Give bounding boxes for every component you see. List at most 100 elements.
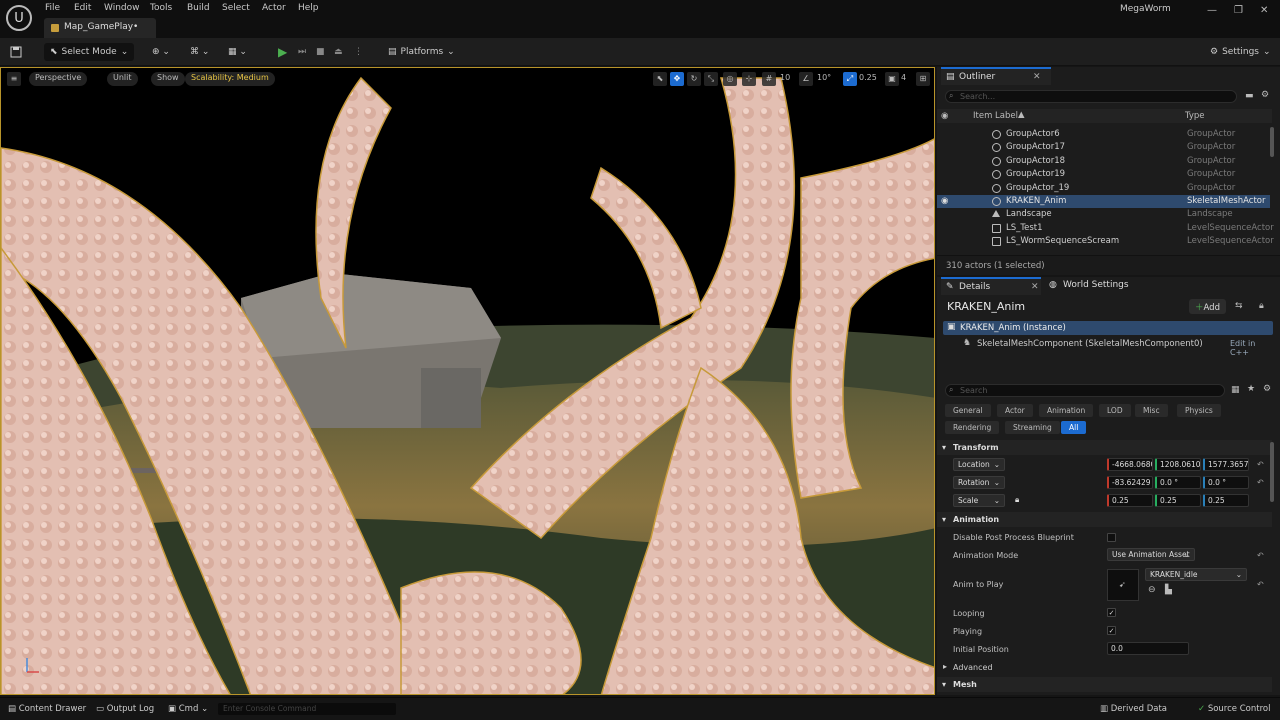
disable-pp-checkbox[interactable]: [1107, 533, 1116, 542]
menu-window[interactable]: Window: [104, 3, 140, 13]
menu-tools[interactable]: Tools: [150, 3, 172, 13]
rotation-snap-icon[interactable]: ∠: [799, 72, 813, 86]
more-options-icon[interactable]: ⋮: [354, 43, 363, 61]
add-component-button[interactable]: ＋Add: [1189, 299, 1226, 314]
close-icon[interactable]: ✕: [1033, 72, 1041, 82]
grid-snap-icon[interactable]: #: [762, 72, 776, 86]
console-command-input[interactable]: Enter Console Command: [218, 703, 396, 715]
rotation-y-field[interactable]: 0.0 °: [1155, 476, 1201, 489]
blueprint-convert-icon[interactable]: ⇆: [1235, 301, 1243, 311]
details-tab[interactable]: ✎ Details ✕: [941, 277, 1041, 295]
transform-section[interactable]: ▾ Transform: [937, 440, 1272, 455]
grid-snap-value[interactable]: 10: [780, 73, 790, 82]
output-log-button[interactable]: ▭ Output Log: [96, 704, 154, 714]
menu-build[interactable]: Build: [187, 3, 210, 13]
location-z-field[interactable]: 1577.3657: [1203, 458, 1249, 471]
outliner-row[interactable]: GroupActor_19 GroupActor: [937, 182, 1270, 195]
scale-snap-icon[interactable]: ⤢: [843, 72, 857, 86]
view-mode-button[interactable]: Unlit: [107, 72, 138, 86]
blueprint-icon[interactable]: ⌘ ⌄: [190, 43, 209, 61]
playing-checkbox[interactable]: ✓: [1107, 626, 1116, 635]
category-animation[interactable]: Animation: [1039, 404, 1094, 417]
looping-checkbox[interactable]: ✓: [1107, 608, 1116, 617]
animation-mode-dropdown[interactable]: Use Animation Asset ⌄: [1107, 548, 1195, 561]
category-physics[interactable]: Physics: [1177, 404, 1221, 417]
outliner-search-input[interactable]: ⌕ Search...: [945, 90, 1237, 103]
rotation-z-field[interactable]: 0.0 °: [1203, 476, 1249, 489]
category-actor[interactable]: Actor: [997, 404, 1033, 417]
scalability-warning[interactable]: Scalability: Medium: [185, 72, 275, 86]
location-x-field[interactable]: -4668.068C: [1107, 458, 1153, 471]
close-icon[interactable]: ✕: [1031, 282, 1039, 292]
advanced-row[interactable]: ▸ Advanced: [937, 659, 1272, 674]
outliner-row[interactable]: LS_Test1 LevelSequenceActor: [937, 222, 1274, 235]
source-control-button[interactable]: ✓ Source Control: [1198, 704, 1270, 714]
category-streaming[interactable]: Streaming: [1005, 421, 1060, 434]
menu-select[interactable]: Select: [222, 3, 250, 13]
maximize-viewport-icon[interactable]: ⊞: [916, 72, 930, 86]
location-y-field[interactable]: 1208.06101: [1155, 458, 1201, 471]
category-rendering[interactable]: Rendering: [945, 421, 1000, 434]
settings-gear-icon[interactable]: ⚙: [1261, 90, 1269, 100]
document-tab[interactable]: Map_GamePlay•: [44, 18, 156, 38]
add-actor-icon[interactable]: ⊕ ⌄: [152, 43, 170, 61]
minimize-icon[interactable]: —: [1207, 5, 1217, 16]
column-item-label[interactable]: Item Label: [973, 111, 1018, 121]
outliner-row[interactable]: Landscape Landscape: [937, 208, 1270, 221]
cmd-dropdown[interactable]: ▣ Cmd ⌄: [168, 704, 208, 714]
component-row[interactable]: ♞ SkeletalMeshComponent (SkeletalMeshCom…: [943, 337, 1273, 357]
outliner-row[interactable]: GroupActor19 GroupActor: [937, 168, 1270, 181]
table-view-icon[interactable]: ▦: [1231, 385, 1240, 395]
outliner-tab[interactable]: ▤ Outliner ✕: [941, 67, 1051, 85]
visibility-eye-icon[interactable]: ◉: [941, 196, 948, 206]
select-mode-dropdown[interactable]: ⬉ Select Mode ⌄: [44, 43, 135, 61]
column-type[interactable]: Type: [1185, 111, 1205, 121]
outliner-row[interactable]: LS_WormSequenceScream LevelSequenceActor: [937, 235, 1274, 248]
menu-actor[interactable]: Actor: [262, 3, 286, 13]
edit-in-cpp-link[interactable]: Edit in C++: [1230, 339, 1273, 357]
mesh-section[interactable]: ▾ Mesh: [937, 677, 1272, 692]
close-window-icon[interactable]: ✕: [1260, 5, 1268, 16]
eject-icon[interactable]: ⏏: [334, 43, 343, 61]
content-drawer-button[interactable]: ▤ Content Drawer: [8, 704, 86, 714]
animation-section[interactable]: ▾ Animation: [937, 512, 1272, 527]
lock-icon[interactable]: 🔒︎: [1259, 301, 1264, 311]
use-selected-icon[interactable]: ⊖: [1148, 585, 1156, 595]
category-misc[interactable]: Misc: [1135, 404, 1168, 417]
scale-z-field[interactable]: 0.25: [1203, 494, 1249, 507]
star-icon[interactable]: ★: [1247, 384, 1255, 394]
cinematics-icon[interactable]: ▦ ⌄: [228, 43, 247, 61]
perspective-button[interactable]: Perspective: [29, 72, 88, 86]
rotation-x-field[interactable]: -83.62429: [1107, 476, 1153, 489]
anim-asset-dropdown[interactable]: KRAKEN_idle ⌄: [1145, 568, 1247, 581]
reset-arrow-icon[interactable]: ↶: [1257, 478, 1264, 487]
show-button[interactable]: Show: [151, 72, 185, 86]
surface-snap-icon[interactable]: ⊹: [742, 72, 756, 86]
scale-x-field[interactable]: 0.25: [1107, 494, 1153, 507]
menu-file[interactable]: File: [45, 3, 60, 13]
unreal-logo-icon[interactable]: U: [6, 5, 32, 31]
initial-position-field[interactable]: 0.0: [1107, 642, 1189, 655]
scale-dropdown[interactable]: Scale ⌄: [953, 494, 1005, 507]
step-icon[interactable]: ⏭: [298, 43, 306, 61]
hamburger-menu-icon[interactable]: ≡: [7, 72, 21, 86]
details-search-input[interactable]: ⌕ Search: [945, 384, 1225, 397]
browse-icon[interactable]: ▙: [1165, 585, 1172, 595]
platforms-dropdown[interactable]: ▤ Platforms ⌄: [388, 43, 455, 61]
reset-arrow-icon[interactable]: ↶: [1257, 551, 1264, 560]
world-space-icon[interactable]: ◎: [723, 72, 737, 86]
location-dropdown[interactable]: Location ⌄: [953, 458, 1005, 471]
anim-thumbnail[interactable]: ➹: [1107, 569, 1139, 601]
outliner-scrollbar[interactable]: [1270, 127, 1274, 157]
play-icon[interactable]: ▶: [278, 43, 287, 61]
outliner-row-selected[interactable]: ◉ KRAKEN_Anim SkeletalMeshActor: [937, 195, 1270, 209]
derived-data-button[interactable]: ▥ Derived Data: [1100, 704, 1167, 714]
settings-gear-icon[interactable]: ⚙: [1263, 384, 1271, 394]
stop-icon[interactable]: ■: [316, 43, 325, 61]
menu-edit[interactable]: Edit: [74, 3, 91, 13]
rotation-dropdown[interactable]: Rotation ⌄: [953, 476, 1005, 489]
outliner-row[interactable]: GroupActor6 GroupActor: [937, 128, 1270, 141]
rotate-tool-icon[interactable]: ↻: [687, 72, 701, 86]
save-icon[interactable]: [10, 43, 22, 61]
outliner-row[interactable]: GroupActor18 GroupActor: [937, 155, 1270, 168]
